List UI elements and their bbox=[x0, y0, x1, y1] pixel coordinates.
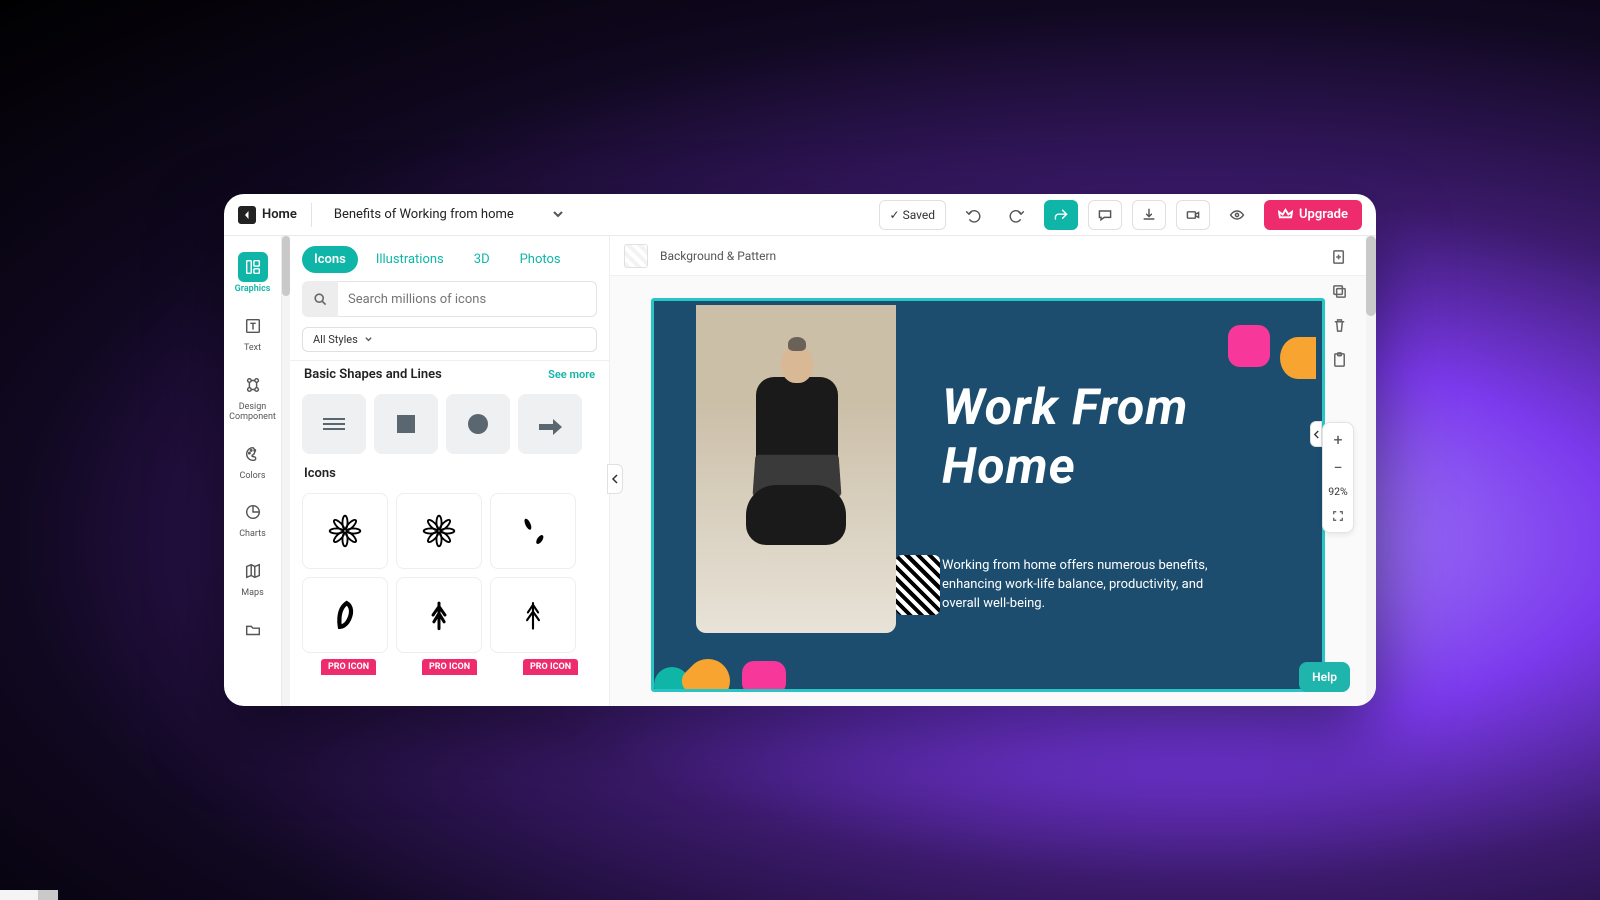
icons-grid bbox=[290, 487, 609, 659]
search-row bbox=[290, 281, 609, 327]
pro-badge: PRO ICON bbox=[403, 659, 496, 675]
crown-icon bbox=[1278, 207, 1293, 222]
tab-photos[interactable]: Photos bbox=[508, 246, 573, 273]
slide-body-text[interactable]: Working from home offers numerous benefi… bbox=[942, 557, 1242, 614]
rail-design-component[interactable]: DesignComponent bbox=[226, 366, 280, 427]
redo-button[interactable] bbox=[1000, 200, 1034, 230]
component-icon bbox=[238, 370, 268, 400]
home-button[interactable]: Home bbox=[238, 206, 297, 224]
tab-illustrations[interactable]: Illustrations bbox=[364, 246, 456, 273]
comment-button[interactable] bbox=[1088, 200, 1122, 230]
canvas-header: Background & Pattern bbox=[610, 236, 1366, 276]
shape-pink-bottom[interactable] bbox=[742, 661, 786, 692]
zoom-panel-handle[interactable] bbox=[1310, 421, 1322, 447]
topbar: Home Benefits of Working from home ✓ Sav… bbox=[224, 194, 1376, 236]
duplicate-button[interactable] bbox=[1328, 280, 1350, 302]
zoom-in-button[interactable]: + bbox=[1323, 429, 1353, 449]
see-more-link[interactable]: See more bbox=[548, 368, 595, 381]
saved-indicator: ✓ Saved bbox=[879, 200, 946, 230]
document-title[interactable]: Benefits of Working from home bbox=[326, 207, 522, 222]
shape-arrow[interactable] bbox=[518, 394, 582, 454]
shape-orange-bottom[interactable] bbox=[677, 650, 739, 692]
text-icon bbox=[238, 311, 268, 341]
main-body: Graphics Text DesignComponent Colors Cha… bbox=[224, 236, 1376, 706]
rail-folder[interactable] bbox=[226, 611, 280, 649]
canvas-area: Background & Pattern Work FromHome Worki… bbox=[610, 236, 1366, 706]
pillow-graphic bbox=[896, 555, 940, 615]
zoom-value: 92% bbox=[1328, 485, 1348, 498]
icon-leaf-brush[interactable] bbox=[302, 577, 388, 653]
styles-dropdown[interactable]: All Styles bbox=[302, 327, 597, 352]
palette-icon bbox=[238, 439, 268, 469]
preview-button[interactable] bbox=[1220, 200, 1254, 230]
map-icon bbox=[238, 556, 268, 586]
chevron-down-icon bbox=[364, 335, 373, 344]
background-thumb[interactable] bbox=[624, 244, 648, 268]
panel-scrollbar-left[interactable] bbox=[282, 236, 290, 706]
share-button[interactable] bbox=[1044, 200, 1078, 230]
pie-icon bbox=[238, 497, 268, 527]
zoom-out-button[interactable]: − bbox=[1323, 457, 1353, 477]
shape-circle[interactable] bbox=[446, 394, 510, 454]
icon-tree-2[interactable] bbox=[490, 577, 576, 653]
shape-orange-top[interactable] bbox=[1280, 337, 1316, 379]
pro-badge: PRO ICON bbox=[302, 659, 395, 675]
rail-maps[interactable]: Maps bbox=[226, 552, 280, 603]
home-label: Home bbox=[262, 207, 297, 222]
title-dropdown[interactable] bbox=[552, 205, 564, 224]
canvas-wrap[interactable]: Work FromHome Working from home offers n… bbox=[610, 276, 1366, 706]
zoom-controls: + − 92% bbox=[1322, 422, 1354, 533]
fullscreen-button[interactable] bbox=[1323, 506, 1353, 526]
add-page-button[interactable] bbox=[1328, 246, 1350, 268]
folder-icon bbox=[238, 615, 268, 645]
help-button[interactable]: Help bbox=[1299, 662, 1350, 692]
icon-flower-2[interactable] bbox=[396, 493, 482, 569]
search-input[interactable] bbox=[338, 281, 597, 317]
shape-lines[interactable] bbox=[302, 394, 366, 454]
background-label[interactable]: Background & Pattern bbox=[660, 249, 776, 263]
rail-charts[interactable]: Charts bbox=[226, 493, 280, 544]
slide-photo[interactable] bbox=[696, 305, 896, 633]
shapes-grid bbox=[290, 388, 609, 460]
collapse-panel-button[interactable] bbox=[607, 464, 623, 494]
graphics-icon bbox=[238, 252, 268, 282]
slide-title[interactable]: Work FromHome bbox=[942, 379, 1188, 496]
rail-colors[interactable]: Colors bbox=[226, 435, 280, 486]
person-illustration bbox=[736, 345, 856, 565]
slide[interactable]: Work FromHome Working from home offers n… bbox=[651, 298, 1325, 692]
rail-text[interactable]: Text bbox=[226, 307, 280, 358]
graphics-panel: Icons Illustrations 3D Photos All Styles… bbox=[290, 236, 610, 706]
undo-button[interactable] bbox=[956, 200, 990, 230]
shapes-title: Basic Shapes and Lines bbox=[304, 367, 442, 382]
icon-tree-1[interactable] bbox=[396, 577, 482, 653]
tab-3d[interactable]: 3D bbox=[462, 246, 502, 273]
tab-icons[interactable]: Icons bbox=[302, 246, 358, 273]
panel-tabs: Icons Illustrations 3D Photos bbox=[290, 236, 609, 281]
pro-badge: PRO ICON bbox=[504, 659, 597, 675]
back-icon bbox=[238, 206, 256, 224]
shape-pink-top[interactable] bbox=[1228, 325, 1270, 367]
canvas-scrollbar[interactable] bbox=[1366, 236, 1376, 706]
search-icon bbox=[302, 281, 338, 317]
icons-header: Icons bbox=[290, 460, 609, 487]
icons-title: Icons bbox=[304, 466, 336, 481]
sidebar-rail: Graphics Text DesignComponent Colors Cha… bbox=[224, 236, 282, 706]
icon-leaves[interactable] bbox=[490, 493, 576, 569]
icon-flower-1[interactable] bbox=[302, 493, 388, 569]
record-button[interactable] bbox=[1176, 200, 1210, 230]
app-window: Home Benefits of Working from home ✓ Sav… bbox=[224, 194, 1376, 706]
paste-button[interactable] bbox=[1328, 348, 1350, 370]
slide-tools bbox=[1328, 246, 1350, 370]
pro-badges: PRO ICON PRO ICON PRO ICON bbox=[290, 659, 609, 675]
shapes-header: Basic Shapes and Lines See more bbox=[290, 360, 609, 388]
shape-square[interactable] bbox=[374, 394, 438, 454]
rail-graphics[interactable]: Graphics bbox=[226, 248, 280, 299]
download-button[interactable] bbox=[1132, 200, 1166, 230]
delete-button[interactable] bbox=[1328, 314, 1350, 336]
divider bbox=[311, 203, 312, 227]
upgrade-button[interactable]: Upgrade bbox=[1264, 200, 1362, 230]
